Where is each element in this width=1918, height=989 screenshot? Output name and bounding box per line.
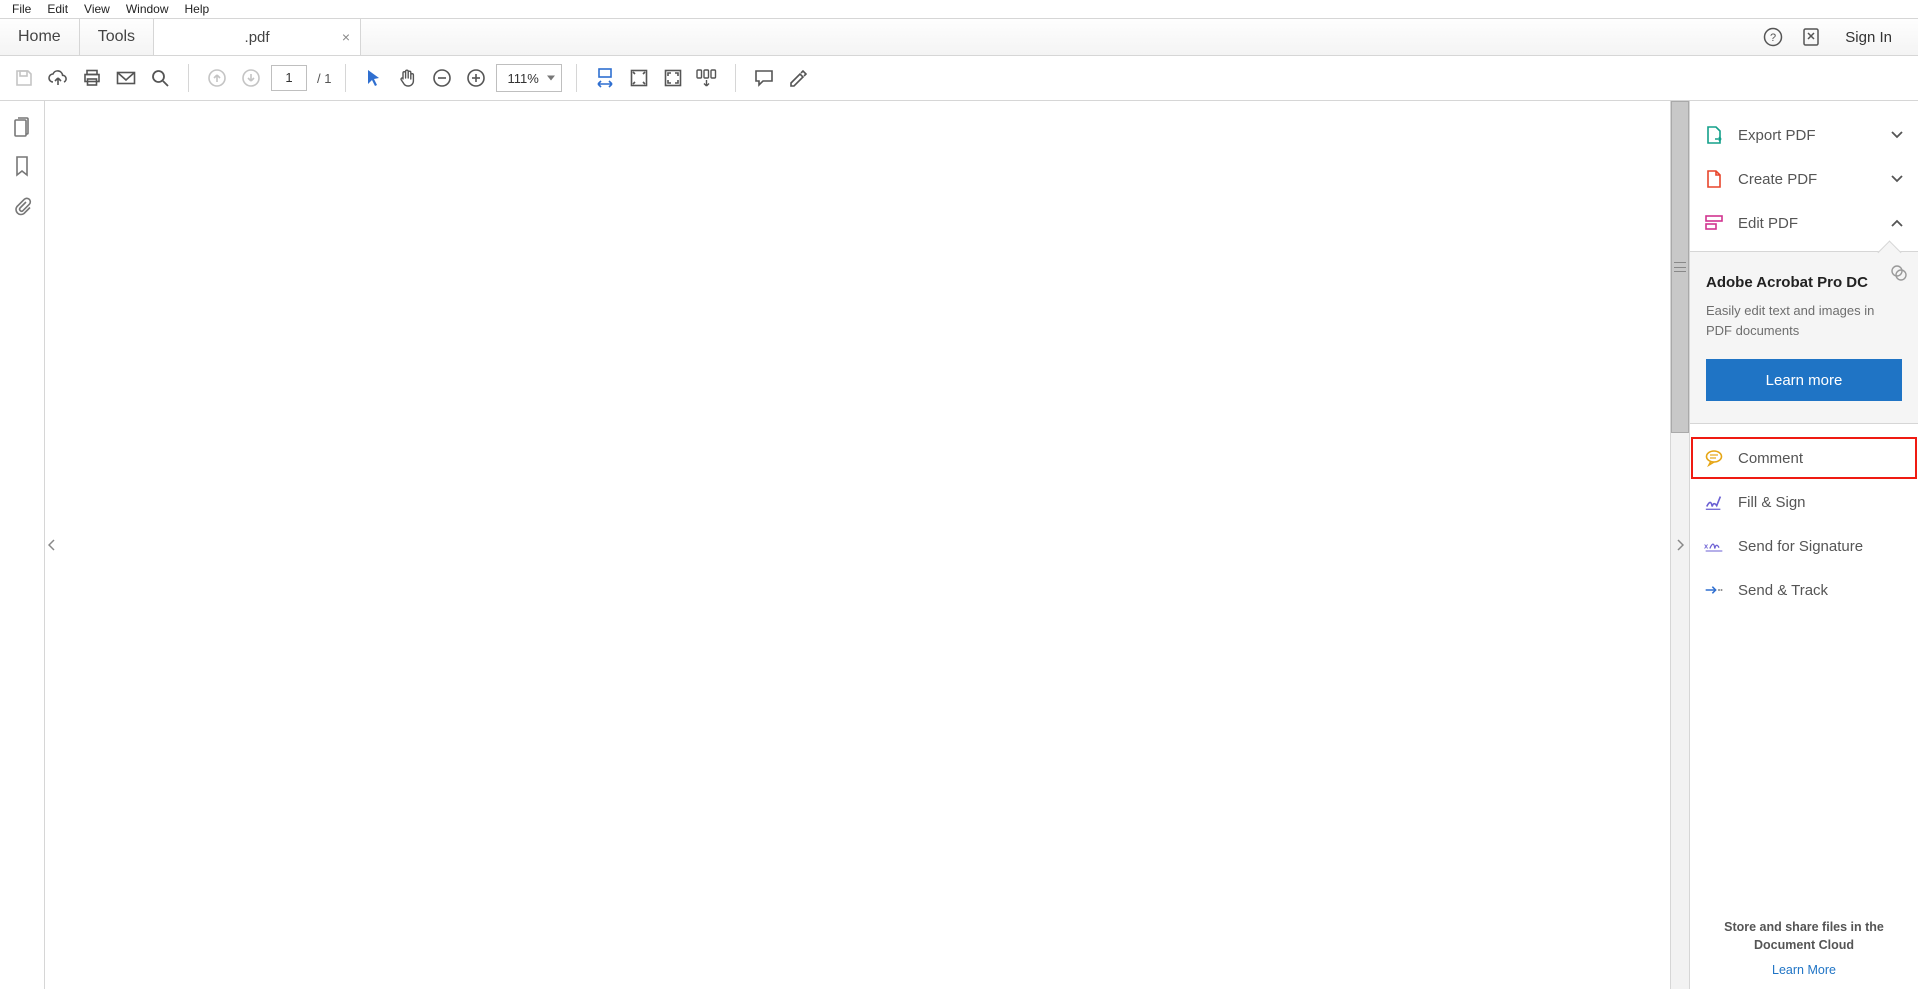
tool-label: Send for Signature <box>1738 538 1863 555</box>
tab-document-label: .pdf <box>245 29 270 46</box>
sign-in-button[interactable]: Sign In <box>1839 29 1898 46</box>
zoom-in-icon[interactable] <box>462 64 490 92</box>
highlight-tool-icon[interactable] <box>784 64 812 92</box>
bookmark-icon[interactable] <box>11 155 33 177</box>
menu-edit[interactable]: Edit <box>39 2 76 16</box>
notifications-icon[interactable] <box>1801 27 1821 47</box>
tool-export-pdf[interactable]: Export PDF <box>1690 113 1918 157</box>
menu-bar: File Edit View Window Help <box>0 0 1918 18</box>
tool-list-lower: Comment Fill & Sign x Send for Signature… <box>1690 424 1918 612</box>
tool-list: Export PDF Create PDF Edit PDF <box>1690 101 1918 245</box>
export-pdf-icon <box>1704 125 1724 145</box>
tool-send-track[interactable]: Send & Track <box>1690 568 1918 612</box>
create-pdf-icon <box>1704 169 1724 189</box>
tool-label: Send & Track <box>1738 582 1828 599</box>
menu-view[interactable]: View <box>76 2 118 16</box>
tab-document[interactable]: .pdf × <box>154 19 361 55</box>
learn-more-button[interactable]: Learn more <box>1706 359 1902 401</box>
cloud-upload-icon[interactable] <box>44 64 72 92</box>
tool-comment[interactable]: Comment <box>1690 436 1918 480</box>
print-icon[interactable] <box>78 64 106 92</box>
thumbnails-icon[interactable] <box>11 115 33 137</box>
cloud-promo-text: Store and share files in the Document Cl… <box>1706 918 1902 956</box>
promo-description: Easily edit text and images in PDF docum… <box>1706 301 1886 341</box>
cloud-learn-more-link[interactable]: Learn More <box>1772 963 1836 977</box>
document-viewport[interactable] <box>45 101 1689 989</box>
page-total-label: / 1 <box>317 71 331 86</box>
right-tools-panel: Export PDF Create PDF Edit PDF <box>1689 101 1918 989</box>
main-area: Export PDF Create PDF Edit PDF <box>0 101 1918 989</box>
page-down-icon[interactable] <box>237 64 265 92</box>
tab-home-label: Home <box>18 28 61 46</box>
page-number-input[interactable]: 1 <box>271 65 307 91</box>
tab-tools[interactable]: Tools <box>80 19 154 55</box>
email-icon[interactable] <box>112 64 140 92</box>
page-up-icon[interactable] <box>203 64 231 92</box>
tool-send-signature[interactable]: x Send for Signature <box>1690 524 1918 568</box>
toolbar-separator <box>345 64 346 92</box>
promo-corner-icon[interactable] <box>1890 264 1908 282</box>
toolbar-separator <box>576 64 577 92</box>
tool-label: Create PDF <box>1738 171 1817 188</box>
comment-tool-icon[interactable] <box>750 64 778 92</box>
tab-tools-label: Tools <box>98 28 135 46</box>
left-rail-toggle-icon[interactable] <box>45 525 59 565</box>
menu-file[interactable]: File <box>4 2 39 16</box>
chevron-down-icon <box>1890 174 1904 184</box>
tool-label: Edit PDF <box>1738 215 1798 232</box>
fill-sign-icon <box>1704 492 1724 512</box>
menu-help[interactable]: Help <box>177 2 218 16</box>
read-mode-icon[interactable] <box>693 64 721 92</box>
hand-tool-icon[interactable] <box>394 64 422 92</box>
toolbar-separator <box>188 64 189 92</box>
tool-fill-sign[interactable]: Fill & Sign <box>1690 480 1918 524</box>
chevron-up-icon <box>1890 218 1904 228</box>
close-tab-icon[interactable]: × <box>342 29 350 45</box>
tool-label: Fill & Sign <box>1738 494 1806 511</box>
tool-create-pdf[interactable]: Create PDF <box>1690 157 1918 201</box>
edit-pdf-promo: Adobe Acrobat Pro DC Easily edit text an… <box>1690 251 1918 424</box>
svg-text:x: x <box>1704 542 1709 551</box>
attachment-icon[interactable] <box>11 195 33 217</box>
tool-label: Export PDF <box>1738 127 1816 144</box>
toolbar-separator <box>735 64 736 92</box>
tabsbar-right: ? Sign In <box>1763 19 1918 55</box>
fullscreen-icon[interactable] <box>659 64 687 92</box>
left-nav-rail <box>0 101 45 989</box>
send-track-icon <box>1704 580 1724 600</box>
zoom-level-label: 111% <box>507 71 538 86</box>
scrollbar-thumb[interactable] <box>1671 101 1689 433</box>
tool-edit-pdf[interactable]: Edit PDF <box>1690 201 1918 245</box>
save-icon[interactable] <box>10 64 38 92</box>
send-signature-icon: x <box>1704 536 1724 556</box>
zoom-out-icon[interactable] <box>428 64 456 92</box>
zoom-level-dropdown[interactable]: 111% <box>496 64 561 92</box>
tabs-bar: Home Tools .pdf × ? Sign In <box>0 18 1918 56</box>
comment-icon <box>1704 448 1724 468</box>
search-icon[interactable] <box>146 64 174 92</box>
right-panel-toggle-icon[interactable] <box>1671 525 1689 565</box>
tab-home[interactable]: Home <box>0 19 80 55</box>
help-icon[interactable]: ? <box>1763 27 1783 47</box>
selection-tool-icon[interactable] <box>360 64 388 92</box>
edit-pdf-icon <box>1704 213 1724 233</box>
svg-text:?: ? <box>1770 32 1776 44</box>
fit-width-icon[interactable] <box>591 64 619 92</box>
tabsbar-spacer <box>361 19 1763 55</box>
tool-label: Comment <box>1738 450 1803 467</box>
fit-page-icon[interactable] <box>625 64 653 92</box>
cloud-promo: Store and share files in the Document Cl… <box>1690 918 1918 989</box>
menu-window[interactable]: Window <box>118 2 177 16</box>
toolbar: 1 / 1 111% <box>0 56 1918 101</box>
chevron-down-icon <box>1890 130 1904 140</box>
promo-title: Adobe Acrobat Pro DC <box>1706 274 1902 291</box>
